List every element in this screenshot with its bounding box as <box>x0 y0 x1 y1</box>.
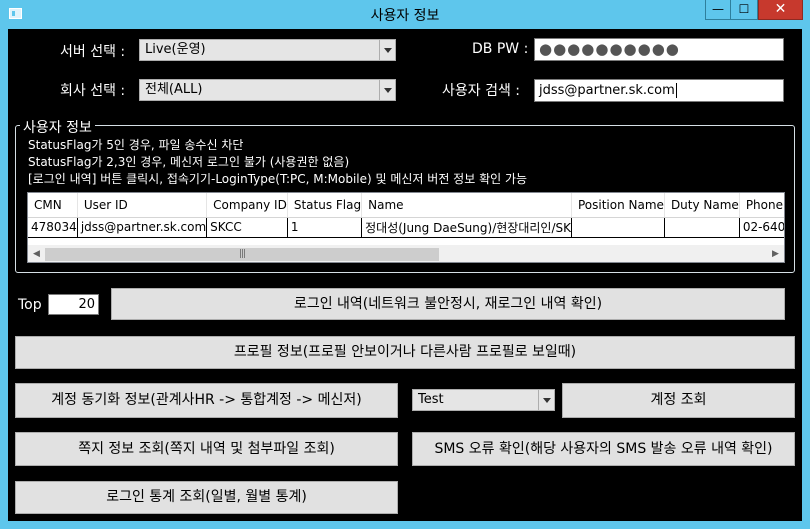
chevron-down-icon[interactable] <box>538 390 554 410</box>
account-type-select[interactable]: Test <box>412 389 555 411</box>
cell-user-id[interactable]: jdss@partner.sk.com <box>77 217 208 238</box>
user-table: CMN User ID Company ID Status Flag Name … <box>28 193 784 238</box>
server-select[interactable]: Live(운영) <box>139 39 396 61</box>
horizontal-scrollbar[interactable]: ◀ ||| ▶ <box>28 245 784 262</box>
db-password-field[interactable]: ●●●●●●●●●● <box>534 38 784 61</box>
text-caret <box>675 83 677 98</box>
table-header-row: CMN User ID Company ID Status Flag Name … <box>28 193 784 218</box>
client-area: 서버 선택 : Live(운영) 회사 선택 : 전체(ALL) DB PW :… <box>8 29 802 521</box>
login-stats-button[interactable]: 로그인 통계 조회(일별, 월별 통계) <box>15 481 398 514</box>
column-header-name[interactable]: Name <box>361 193 572 218</box>
column-header-duty-name[interactable]: Duty Name <box>664 193 740 218</box>
top-label: Top <box>18 297 42 313</box>
column-header-status-flag[interactable]: Status Flag <box>287 193 363 218</box>
account-query-button[interactable]: 계정 조회 <box>562 383 795 418</box>
search-label: 사용자 검색 : <box>442 83 521 99</box>
company-label: 회사 선택 : <box>60 83 126 99</box>
note-query-button[interactable]: 쪽지 정보 조회(쪽지 내역 및 첨부파일 조회) <box>15 432 398 466</box>
login-history-button[interactable]: 로그인 내역(네트워크 불안정시, 재로그인 내역 확인) <box>111 288 785 320</box>
title-bar: 사용자 정보 — ☐ ✕ <box>0 0 810 29</box>
scroll-right-icon[interactable]: ▶ <box>767 246 784 262</box>
window-title: 사용자 정보 <box>370 8 440 24</box>
column-header-cmn[interactable]: CMN <box>28 193 78 218</box>
user-data-grid[interactable]: CMN User ID Company ID Status Flag Name … <box>27 192 785 263</box>
cell-position-name[interactable] <box>571 217 665 238</box>
column-header-position-name[interactable]: Position Name <box>571 193 665 218</box>
note-line-1: StatusFlag가 5인 경우, 파일 송수신 차단 <box>28 138 244 152</box>
cell-phone[interactable]: 02-6400-05 <box>739 217 784 238</box>
sms-error-button[interactable]: SMS 오류 확인(해당 사용자의 SMS 발송 오류 내역 확인) <box>412 432 795 466</box>
cell-duty-name[interactable] <box>664 217 740 238</box>
cell-name[interactable]: 정대성(Jung DaeSung)/현장대리인/SK <box>361 217 572 238</box>
company-select[interactable]: 전체(ALL) <box>139 79 396 101</box>
column-header-user-id[interactable]: User ID <box>77 193 208 218</box>
chevron-down-icon[interactable] <box>379 40 395 60</box>
column-header-company-id[interactable]: Company ID <box>206 193 288 218</box>
table-row[interactable]: 478034 jdss@partner.sk.com SKCC 1 정대성(Ju… <box>28 217 784 238</box>
user-search-input[interactable]: jdss@partner.sk.com <box>534 79 784 102</box>
column-header-phone[interactable]: Phone <box>739 193 784 218</box>
user-info-group-title: 사용자 정보 <box>20 117 95 137</box>
company-select-value: 전체(ALL) <box>145 82 203 97</box>
user-search-value: jdss@partner.sk.com <box>539 83 675 98</box>
note-line-2: StatusFlag가 2,3인 경우, 메신저 로그인 불가 (사용권한 없음… <box>28 155 350 169</box>
maximize-button[interactable]: ☐ <box>731 0 758 20</box>
cell-cmn[interactable]: 478034 <box>28 217 78 238</box>
scroll-left-icon[interactable]: ◀ <box>28 246 45 262</box>
close-button[interactable]: ✕ <box>758 0 803 20</box>
account-type-value: Test <box>418 392 444 407</box>
cell-company-id[interactable]: SKCC <box>206 217 288 238</box>
note-line-3: [로그인 내역] 버튼 클릭시, 접속기기-LoginType(T:PC, M:… <box>28 172 528 186</box>
server-label: 서버 선택 : <box>60 44 126 60</box>
top-count-input[interactable]: 20 <box>48 294 99 315</box>
cell-status-flag[interactable]: 1 <box>287 217 363 238</box>
dbpw-label: DB PW : <box>472 41 529 57</box>
account-sync-button[interactable]: 계정 동기화 정보(관계사HR -> 통합계정 -> 메신저) <box>15 383 398 418</box>
minimize-button[interactable]: — <box>705 0 731 20</box>
profile-info-button[interactable]: 프로필 정보(프로필 안보이거나 다른사람 프로필로 보일때) <box>15 336 795 369</box>
scroll-thumb[interactable]: ||| <box>45 248 439 261</box>
chevron-down-icon[interactable] <box>379 80 395 100</box>
server-select-value: Live(운영) <box>145 42 206 57</box>
